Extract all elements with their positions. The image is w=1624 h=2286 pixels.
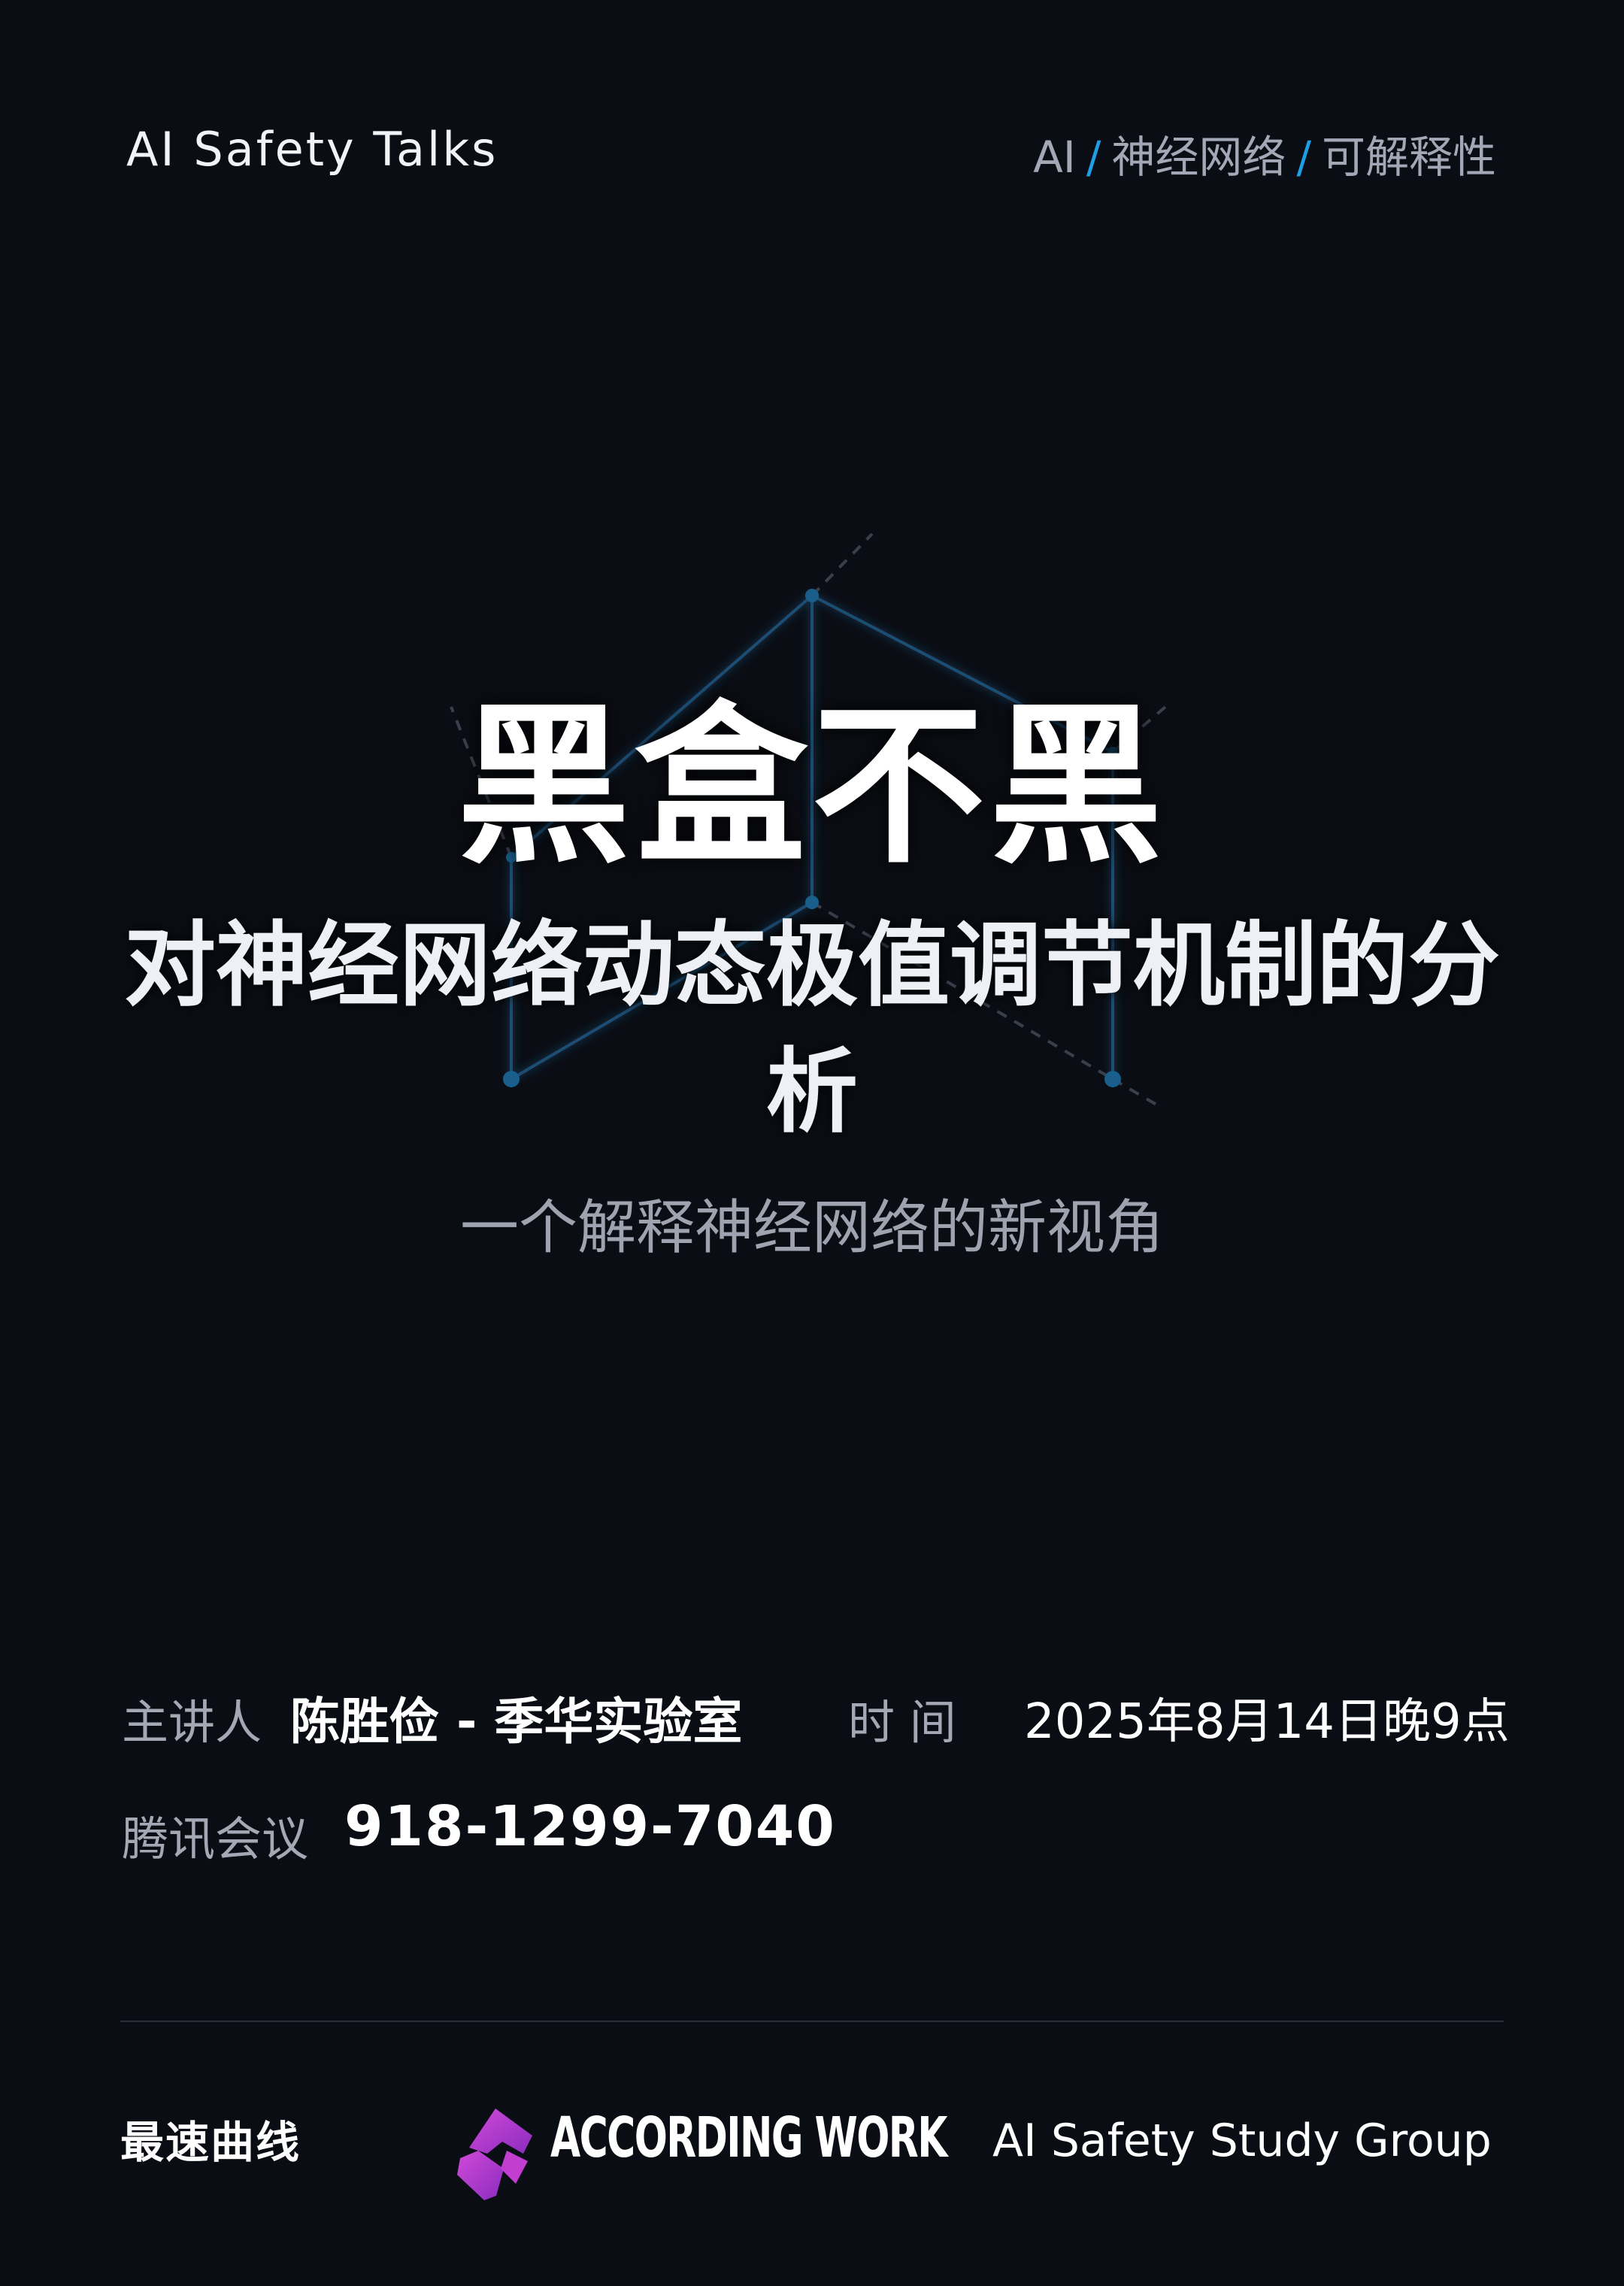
subtitle: 对神经网络动态极值调节机制的分析 — [124, 912, 1500, 1145]
footer-brand-study-group: AI Safety Study Group — [992, 2115, 1492, 2167]
footer-brand-according-work: ACCORDING WORK — [550, 2106, 947, 2170]
footer-divider — [120, 2021, 1504, 2022]
footer-brand-steepest-curve: 最速曲线 — [120, 2117, 301, 2168]
breadcrumb-item-interpretability[interactable]: 可解释性 — [1322, 132, 1496, 183]
according-work-logo-icon — [457, 2109, 532, 2200]
time-value: 2025年8月14日晚9点 — [1024, 1694, 1510, 1750]
main-title: 黑盒不黑 — [456, 687, 1167, 887]
time-label: 时 间 — [848, 1695, 956, 1750]
breadcrumb-item-neural-network[interactable]: 神经网络 — [1111, 132, 1286, 183]
breadcrumb-separator: / — [1086, 132, 1101, 183]
tagline: 一个解释神经网络的新视角 — [459, 1194, 1164, 1262]
meeting-label: 腾讯会议 — [122, 1812, 309, 1866]
speaker-value: 陈胜俭 - 季华实验室 — [290, 1693, 743, 1751]
speaker-label: 主讲人 — [122, 1695, 262, 1750]
brand-title: AI Safety Talks — [126, 122, 498, 177]
breadcrumb: AI / 神经网络 / 可解释性 — [1033, 122, 1496, 185]
breadcrumb-item-ai[interactable]: AI — [1033, 132, 1076, 183]
meeting-id[interactable]: 918-1299-7040 — [344, 1794, 836, 1859]
breadcrumb-separator: / — [1296, 132, 1311, 183]
